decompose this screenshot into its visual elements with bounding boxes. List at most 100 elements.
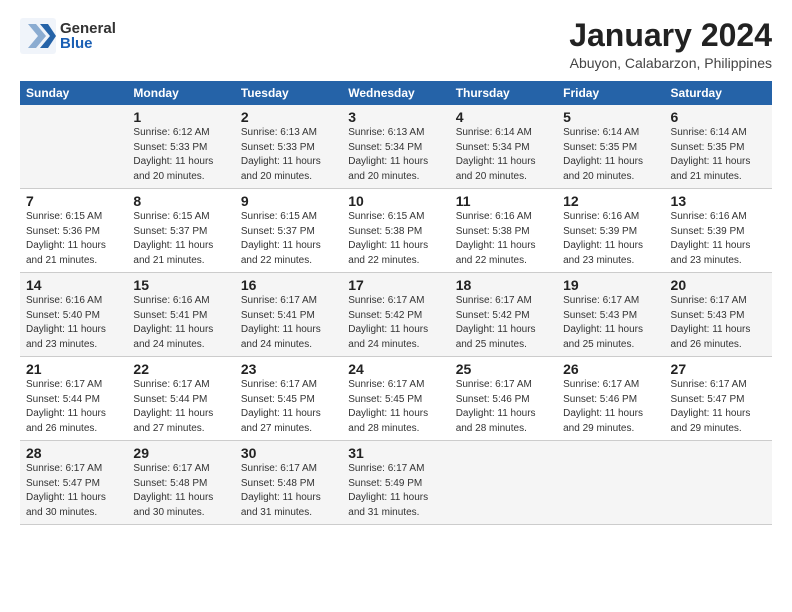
- cell-w2-d5: 11 Sunrise: 6:16 AMSunset: 5:38 PMDayligh…: [450, 189, 557, 273]
- cell-w3-d4: 17Sunrise: 6:17 AMSunset: 5:42 PMDayligh…: [342, 273, 449, 357]
- cell-w2-d2: 8 Sunrise: 6:15 AMSunset: 5:37 PMDaylight…: [127, 189, 234, 273]
- cell-w5-d4: 31 Sunrise: 6:17 AMSunset: 5:49 PMDayligh…: [342, 441, 449, 525]
- cell-info: Sunrise: 6:17 AMSunset: 5:43 PMDaylight:…: [563, 295, 643, 350]
- cell-w4-d6: 26Sunrise: 6:17 AMSunset: 5:46 PMDayligh…: [557, 357, 664, 441]
- cell-info: Sunrise: 6:17 AMSunset: 5:46 PMDaylight:…: [456, 379, 536, 434]
- cell-w4-d1: 21 Sunrise: 6:17 AMSunset: 5:44 PMDayligh…: [20, 357, 127, 441]
- title-block: January 2024 Abuyon, Calabarzon, Philipp…: [569, 18, 772, 71]
- cell-w4-d5: 25 Sunrise: 6:17 AMSunset: 5:46 PMDayligh…: [450, 357, 557, 441]
- day-number: 3: [348, 109, 443, 125]
- main-title: January 2024: [569, 18, 772, 53]
- cell-info: Sunrise: 6:17 AMSunset: 5:41 PMDaylight:…: [241, 295, 321, 350]
- cell-info: Sunrise: 6:14 AMSunset: 5:35 PMDaylight:…: [671, 127, 751, 182]
- day-number: 5: [563, 109, 658, 125]
- cell-w2-d6: 12 Sunrise: 6:16 AMSunset: 5:39 PMDayligh…: [557, 189, 664, 273]
- cell-w2-d1: 7 Sunrise: 6:15 AMSunset: 5:36 PMDaylight…: [20, 189, 127, 273]
- day-number: 24: [348, 361, 443, 377]
- day-number: 30: [241, 445, 336, 461]
- cell-info: Sunrise: 6:16 AMSunset: 5:39 PMDaylight:…: [563, 211, 643, 266]
- cell-info: Sunrise: 6:17 AMSunset: 5:44 PMDaylight:…: [133, 379, 213, 434]
- header: General Blue January 2024 Abuyon, Calaba…: [20, 18, 772, 71]
- day-number: 21: [26, 361, 121, 377]
- day-number: 17: [348, 277, 443, 293]
- cell-info: Sunrise: 6:17 AMSunset: 5:44 PMDaylight:…: [26, 379, 106, 434]
- day-number: 22: [133, 361, 228, 377]
- cell-w4-d3: 23 Sunrise: 6:17 AMSunset: 5:45 PMDayligh…: [235, 357, 342, 441]
- day-number: 28: [26, 445, 121, 461]
- cell-w1-d6: 5 Sunrise: 6:14 AMSunset: 5:35 PMDaylight…: [557, 105, 664, 189]
- logo-icon: [20, 18, 56, 54]
- cell-info: Sunrise: 6:16 AMSunset: 5:41 PMDaylight:…: [133, 295, 213, 350]
- cell-info: Sunrise: 6:16 AMSunset: 5:39 PMDaylight:…: [671, 211, 751, 266]
- cell-info: Sunrise: 6:17 AMSunset: 5:45 PMDaylight:…: [348, 379, 428, 434]
- cell-info: Sunrise: 6:17 AMSunset: 5:48 PMDaylight:…: [133, 463, 213, 518]
- day-number: 4: [456, 109, 551, 125]
- day-number: 7: [26, 193, 121, 209]
- day-number: 15: [133, 277, 228, 293]
- day-number: 25: [456, 361, 551, 377]
- day-number: 31: [348, 445, 443, 461]
- week-row-1: 1 Sunrise: 6:12 AMSunset: 5:33 PMDaylight…: [20, 105, 772, 189]
- page: General Blue January 2024 Abuyon, Calaba…: [0, 0, 792, 535]
- cell-info: Sunrise: 6:17 AMSunset: 5:48 PMDaylight:…: [241, 463, 321, 518]
- col-tuesday: Tuesday: [235, 81, 342, 105]
- logo: General Blue: [20, 18, 116, 54]
- day-number: 6: [671, 109, 766, 125]
- week-row-2: 7 Sunrise: 6:15 AMSunset: 5:36 PMDaylight…: [20, 189, 772, 273]
- cell-w4-d4: 24 Sunrise: 6:17 AMSunset: 5:45 PMDayligh…: [342, 357, 449, 441]
- logo-general: General: [60, 21, 116, 36]
- cell-w5-d6: [557, 441, 664, 525]
- day-number: 19: [563, 277, 658, 293]
- day-number: 2: [241, 109, 336, 125]
- cell-w4-d7: 27Sunrise: 6:17 AMSunset: 5:47 PMDayligh…: [665, 357, 772, 441]
- cell-info: Sunrise: 6:16 AMSunset: 5:40 PMDaylight:…: [26, 295, 106, 350]
- week-row-3: 14 Sunrise: 6:16 AMSunset: 5:40 PMDayligh…: [20, 273, 772, 357]
- day-number: 14: [26, 277, 121, 293]
- cell-w2-d7: 13 Sunrise: 6:16 AMSunset: 5:39 PMDayligh…: [665, 189, 772, 273]
- cell-info: Sunrise: 6:15 AMSunset: 5:36 PMDaylight:…: [26, 211, 106, 266]
- cell-w1-d7: 6 Sunrise: 6:14 AMSunset: 5:35 PMDaylight…: [665, 105, 772, 189]
- day-number: 16: [241, 277, 336, 293]
- cell-info: Sunrise: 6:17 AMSunset: 5:47 PMDaylight:…: [26, 463, 106, 518]
- col-friday: Friday: [557, 81, 664, 105]
- day-number: 8: [133, 193, 228, 209]
- day-number: 9: [241, 193, 336, 209]
- subtitle: Abuyon, Calabarzon, Philippines: [569, 55, 772, 71]
- cell-info: Sunrise: 6:14 AMSunset: 5:34 PMDaylight:…: [456, 127, 536, 182]
- day-number: 13: [671, 193, 766, 209]
- col-thursday: Thursday: [450, 81, 557, 105]
- day-number: 26: [563, 361, 658, 377]
- cell-info: Sunrise: 6:15 AMSunset: 5:37 PMDaylight:…: [133, 211, 213, 266]
- logo-blue: Blue: [60, 36, 116, 51]
- day-number: 1: [133, 109, 228, 125]
- cell-info: Sunrise: 6:14 AMSunset: 5:35 PMDaylight:…: [563, 127, 643, 182]
- cell-info: Sunrise: 6:12 AMSunset: 5:33 PMDaylight:…: [133, 127, 213, 182]
- day-number: 10: [348, 193, 443, 209]
- day-number: 11: [456, 193, 551, 209]
- week-row-4: 21 Sunrise: 6:17 AMSunset: 5:44 PMDayligh…: [20, 357, 772, 441]
- cell-info: Sunrise: 6:16 AMSunset: 5:38 PMDaylight:…: [456, 211, 536, 266]
- cell-info: Sunrise: 6:15 AMSunset: 5:37 PMDaylight:…: [241, 211, 321, 266]
- cell-w2-d3: 9 Sunrise: 6:15 AMSunset: 5:37 PMDaylight…: [235, 189, 342, 273]
- day-number: 12: [563, 193, 658, 209]
- week-row-5: 28 Sunrise: 6:17 AMSunset: 5:47 PMDayligh…: [20, 441, 772, 525]
- header-row: Sunday Monday Tuesday Wednesday Thursday…: [20, 81, 772, 105]
- cell-w3-d1: 14 Sunrise: 6:16 AMSunset: 5:40 PMDayligh…: [20, 273, 127, 357]
- cell-w3-d6: 19 Sunrise: 6:17 AMSunset: 5:43 PMDayligh…: [557, 273, 664, 357]
- cell-w3-d7: 20Sunrise: 6:17 AMSunset: 5:43 PMDayligh…: [665, 273, 772, 357]
- cell-info: Sunrise: 6:17 AMSunset: 5:45 PMDaylight:…: [241, 379, 321, 434]
- col-sunday: Sunday: [20, 81, 127, 105]
- cell-w5-d1: 28 Sunrise: 6:17 AMSunset: 5:47 PMDayligh…: [20, 441, 127, 525]
- cell-info: Sunrise: 6:17 AMSunset: 5:49 PMDaylight:…: [348, 463, 428, 518]
- cell-w1-d2: 1 Sunrise: 6:12 AMSunset: 5:33 PMDaylight…: [127, 105, 234, 189]
- cell-w4-d2: 22 Sunrise: 6:17 AMSunset: 5:44 PMDayligh…: [127, 357, 234, 441]
- day-number: 27: [671, 361, 766, 377]
- cell-w3-d2: 15 Sunrise: 6:16 AMSunset: 5:41 PMDayligh…: [127, 273, 234, 357]
- calendar-table: Sunday Monday Tuesday Wednesday Thursday…: [20, 81, 772, 525]
- day-number: 23: [241, 361, 336, 377]
- col-saturday: Saturday: [665, 81, 772, 105]
- day-number: 20: [671, 277, 766, 293]
- cell-w5-d3: 30 Sunrise: 6:17 AMSunset: 5:48 PMDayligh…: [235, 441, 342, 525]
- day-number: 29: [133, 445, 228, 461]
- cell-w2-d4: 10Sunrise: 6:15 AMSunset: 5:38 PMDayligh…: [342, 189, 449, 273]
